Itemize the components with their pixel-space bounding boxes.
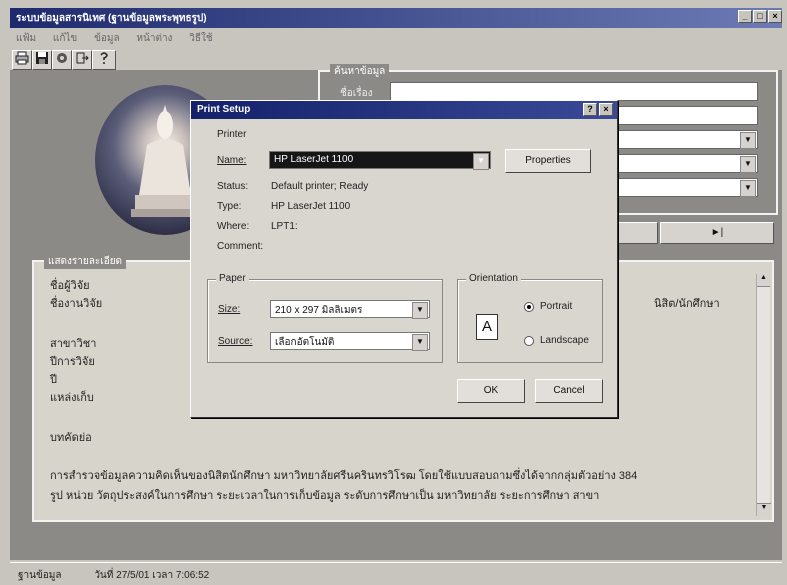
close-button[interactable]: × (768, 10, 782, 23)
menu-edit[interactable]: แก้ไข (53, 33, 77, 44)
menu-file[interactable]: แฟ้ม (16, 33, 36, 44)
save-icon[interactable] (32, 50, 52, 70)
paper-source-value: เลือกอัตโนมัติ (275, 337, 335, 348)
print-icon[interactable] (12, 50, 32, 70)
status-label: Status: (217, 181, 249, 192)
chevron-down-icon[interactable]: ▼ (740, 132, 756, 149)
chevron-down-icon[interactable]: ▼ (740, 156, 756, 173)
app-title-bar: ระบบข้อมูลสารนิเทศ (ฐานข้อมูลพระพุทธรูป)… (10, 8, 782, 28)
status-bar: ฐานข้อมูล วันที่ 27/5/01 เวลา 7:06:52 (10, 562, 782, 584)
menu-bar: แฟ้ม แก้ไข ข้อมูล หน้าต่าง วิธีใช้ (10, 28, 782, 46)
toolbar (10, 48, 310, 70)
detail-scrollbar[interactable]: ▲ ▼ (756, 274, 771, 516)
paper-source-select[interactable]: เลือกอัตโนมัติ ▼ (270, 332, 430, 351)
detail-group-label: แสดงรายละเอียด (44, 254, 127, 269)
ok-button[interactable]: OK (457, 379, 525, 403)
dialog-close-button[interactable]: × (599, 103, 613, 116)
printer-name-value: HP LaserJet 1100 (274, 154, 354, 165)
search-first-label: ชื่อเรื่อง (340, 88, 373, 99)
menu-data[interactable]: ข้อมูล (94, 33, 120, 44)
detail-row-title: ชื่องานวิจัย (50, 298, 103, 310)
gear-icon[interactable] (52, 50, 72, 70)
portrait-label[interactable]: Portrait (540, 301, 572, 312)
paper-size-value: 210 x 297 มิลลิเมตร (275, 305, 363, 316)
search-group-label: ค้นหาข้อมูล (330, 64, 390, 79)
status-app: ฐานข้อมูล (18, 570, 62, 581)
name-label: Name: (217, 155, 247, 166)
detail-row-year: ปี (50, 374, 57, 386)
chevron-down-icon[interactable]: ▼ (740, 180, 756, 197)
nav-prev-button[interactable] (612, 222, 658, 244)
menu-window[interactable]: หน้าต่าง (136, 33, 172, 44)
print-setup-dialog: Print Setup ? × Printer Name: HP LaserJe… (190, 100, 618, 418)
portrait-page-icon: A (476, 314, 498, 340)
minimize-button[interactable]: _ (738, 10, 752, 23)
status-datetime: วันที่ 27/5/01 เวลา 7:06:52 (94, 570, 210, 581)
detail-row-location: แหล่งเก็บ (50, 392, 94, 404)
size-label: Size: (218, 304, 241, 315)
cancel-button[interactable]: Cancel (535, 379, 603, 403)
detail-row-major: สาขาวิชา (50, 338, 97, 350)
paper-size-select[interactable]: 210 x 297 มิลลิเมตร ▼ (270, 300, 430, 319)
detail-row-research-year: ปีการวิจัย (50, 356, 95, 368)
dialog-title-bar: Print Setup ? × (191, 101, 617, 119)
source-label: Source: (218, 336, 253, 347)
exit-icon[interactable] (72, 50, 92, 70)
maximize-button[interactable]: □ (753, 10, 767, 23)
dialog-help-button[interactable]: ? (583, 103, 597, 116)
nav-last-button[interactable]: ►| (660, 222, 774, 244)
detail-row-abstract: บทคัดย่อ (50, 432, 92, 444)
orientation-fieldset: Orientation A Portrait Landscape (457, 273, 603, 363)
landscape-radio[interactable] (524, 336, 534, 346)
landscape-label[interactable]: Landscape (540, 335, 589, 346)
abstract-line-2: รูป หน่วย วัตถุประสงค์ในการศึกษา ระยะเวล… (50, 490, 600, 502)
type-label: Type: (217, 201, 242, 212)
scroll-up-icon[interactable]: ▲ (757, 274, 770, 287)
type-value: HP LaserJet 1100 (271, 201, 351, 212)
chevron-down-icon[interactable]: ▼ (412, 334, 428, 351)
status-value: Default printer; Ready (271, 181, 369, 192)
help-icon[interactable] (92, 50, 116, 70)
menu-help[interactable]: วิธีใช้ (189, 33, 212, 44)
search-field-1[interactable] (390, 82, 758, 101)
abstract-line-1: การสำรวจข้อมูลความคิดเห็นของนิสิตนักศึกษ… (50, 470, 638, 482)
properties-button[interactable]: Properties (505, 149, 591, 173)
radio-dot-icon (527, 305, 531, 309)
paper-label: Paper (216, 273, 249, 284)
detail-row-researcher: ชื่อผู้วิจัย (50, 280, 90, 292)
chevron-down-icon[interactable]: ▼ (412, 302, 428, 319)
scroll-down-icon[interactable]: ▼ (757, 503, 771, 516)
chevron-down-icon[interactable]: ▼ (473, 153, 489, 170)
where-value: LPT1: (271, 221, 298, 232)
printer-section-label: Printer (217, 129, 247, 140)
printer-name-select[interactable]: HP LaserJet 1100 ▼ (269, 151, 491, 170)
dialog-title: Print Setup (197, 104, 251, 115)
detail-right-fragment: นิสิต/นักศึกษา (654, 298, 720, 310)
portrait-radio[interactable] (524, 302, 534, 312)
paper-fieldset: Paper Size: 210 x 297 มิลลิเมตร ▼ Source… (207, 273, 443, 363)
orientation-label: Orientation (466, 273, 521, 284)
comment-label: Comment: (217, 241, 264, 252)
where-label: Where: (217, 221, 250, 232)
app-title: ระบบข้อมูลสารนิเทศ (ฐานข้อมูลพระพุทธรูป) (16, 13, 207, 24)
